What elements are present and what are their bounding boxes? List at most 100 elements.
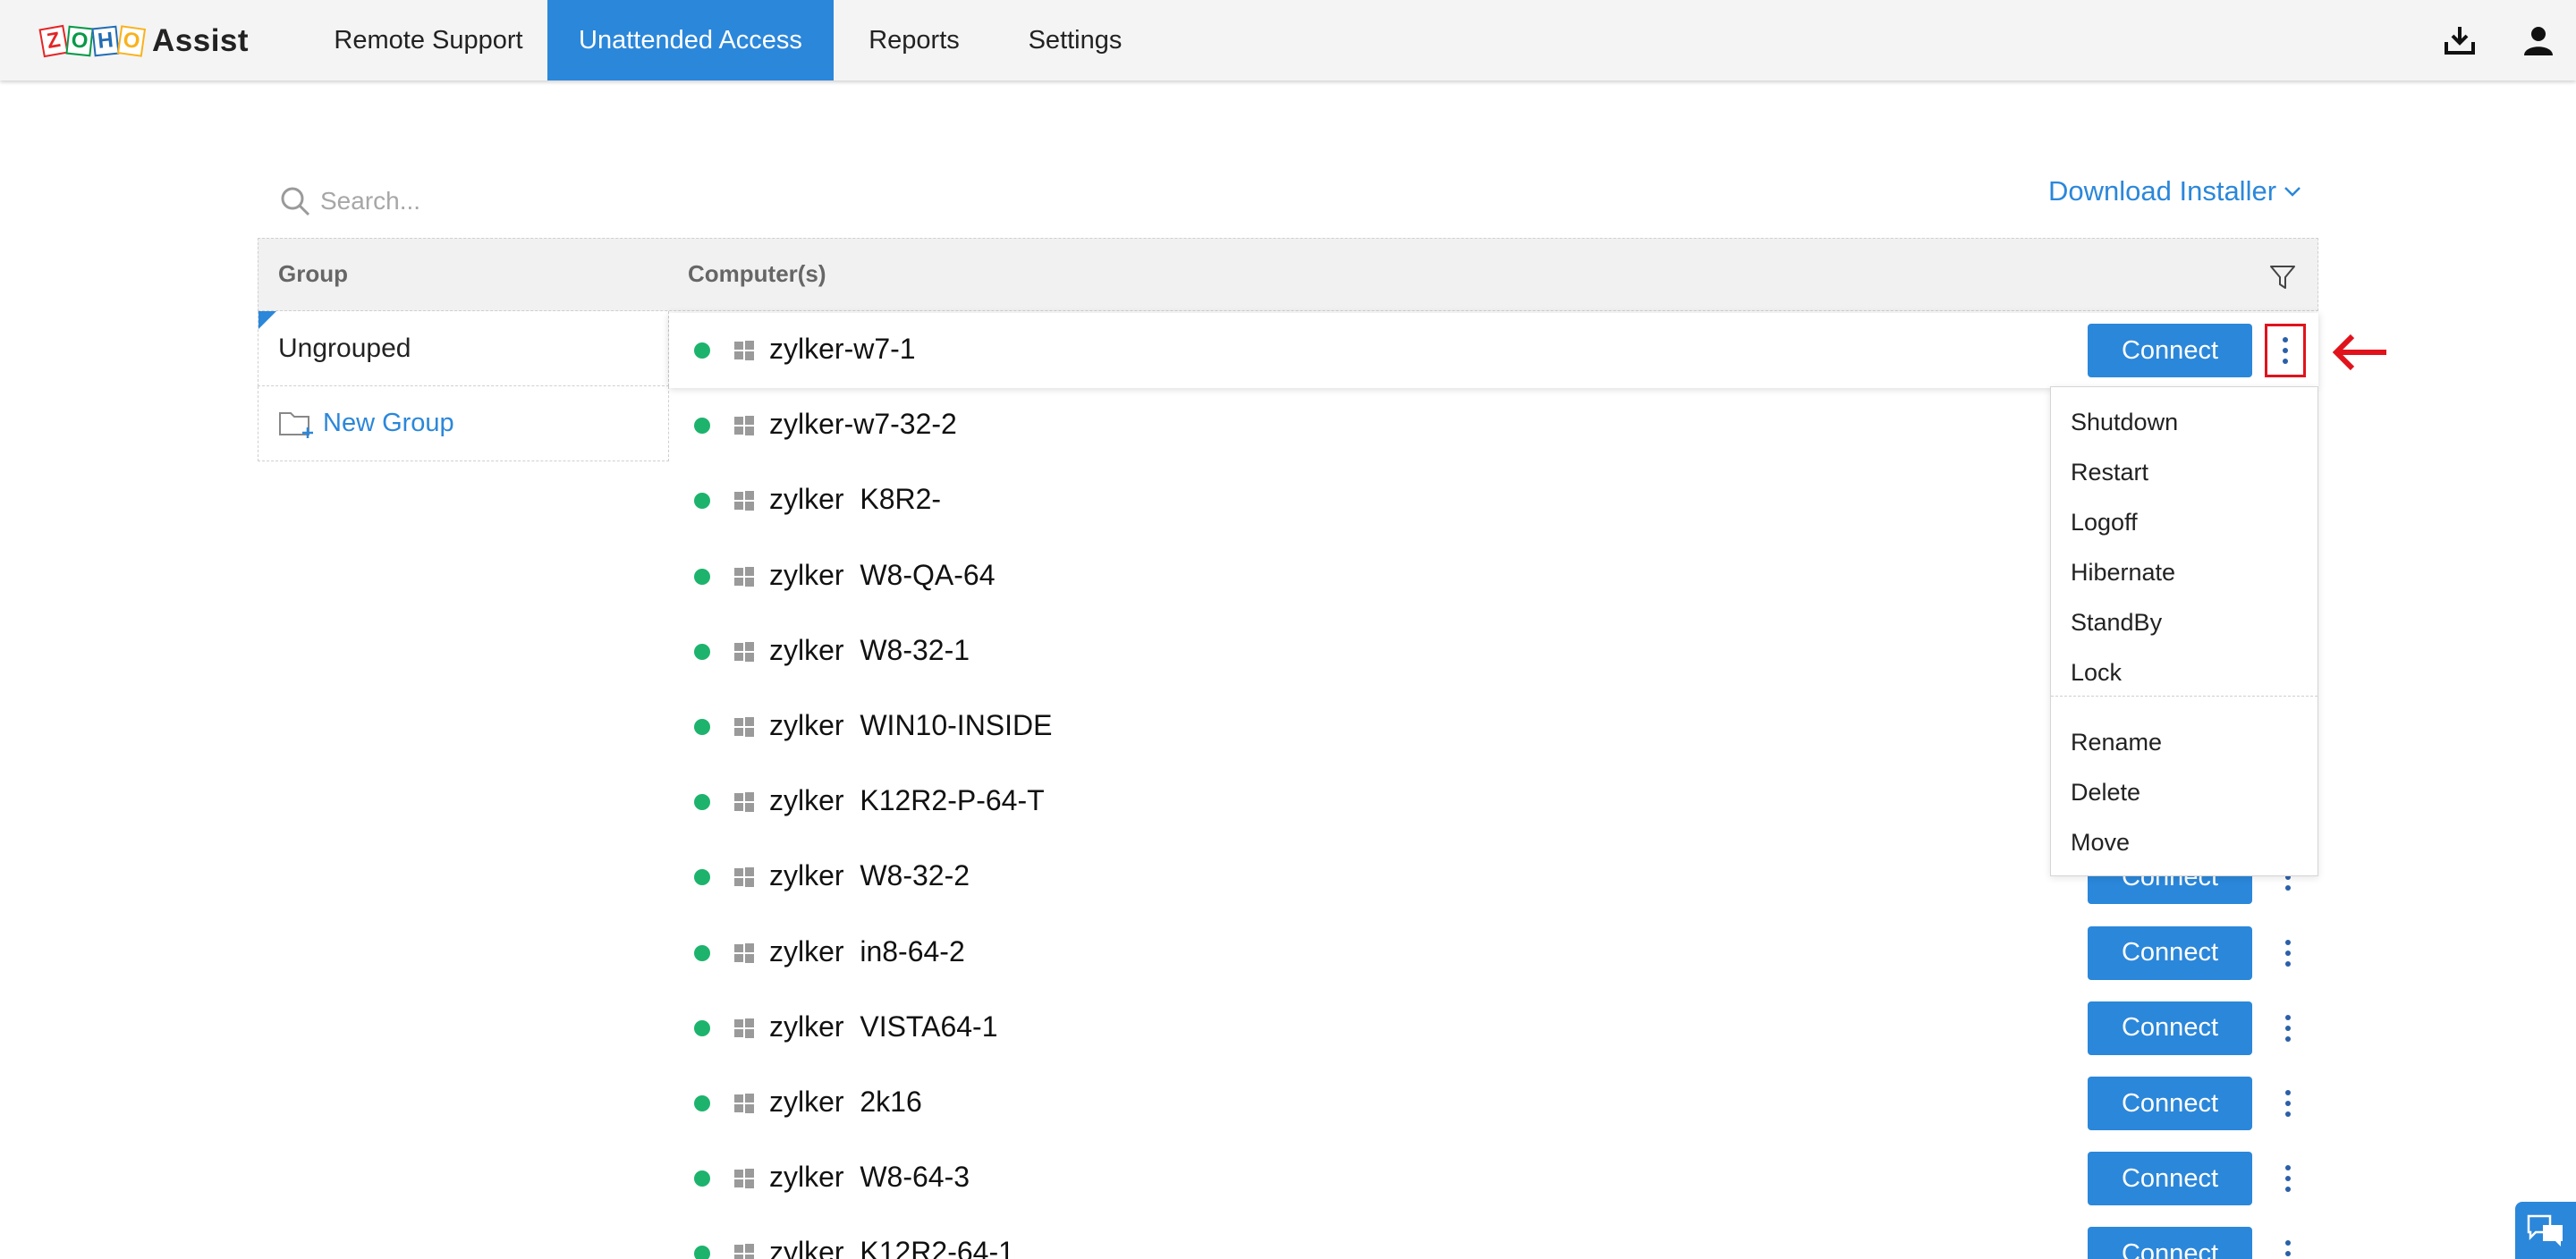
computer-name: zylker K12R2-P-64-T	[769, 784, 1045, 817]
online-status-dot	[694, 493, 710, 510]
windows-icon	[734, 341, 754, 360]
menu-item-logoff[interactable]: Logoff	[2071, 509, 2138, 537]
user-icon[interactable]	[2522, 24, 2555, 56]
group-list: Ungrouped New Group	[258, 311, 669, 461]
online-status-dot	[694, 1170, 710, 1187]
new-group-button[interactable]: New Group	[258, 386, 669, 461]
online-status-dot	[694, 568, 710, 585]
connect-button[interactable]: Connect	[2088, 925, 2252, 980]
computer-row[interactable]: zylker-w7-1 Connect	[669, 313, 2318, 388]
table-header: Group Computer(s)	[258, 238, 2318, 311]
main-nav: Remote Support Unattended Access Reports…	[309, 0, 1156, 80]
windows-icon	[734, 416, 754, 436]
computer-name: zylker W8-QA-64	[769, 558, 996, 591]
filter-icon[interactable]	[2269, 264, 2296, 291]
menu-item-delete[interactable]: Delete	[2071, 779, 2140, 807]
computer-name: zylker K8R2-	[769, 483, 942, 516]
more-options-icon[interactable]	[2265, 324, 2306, 377]
download-installer-dropdown[interactable]: Download Installer	[2048, 175, 2301, 207]
computer-actions-menu: Shutdown Restart Logoff Hibernate StandB…	[2050, 386, 2318, 876]
online-status-dot	[694, 944, 710, 961]
group-item-ungrouped[interactable]: Ungrouped	[258, 311, 669, 386]
windows-icon	[734, 792, 754, 813]
menu-item-move[interactable]: Move	[2071, 829, 2130, 857]
menu-item-shutdown[interactable]: Shutdown	[2071, 409, 2178, 436]
windows-icon	[734, 717, 754, 737]
more-options-icon[interactable]	[2270, 1078, 2306, 1128]
windows-icon	[734, 1018, 754, 1038]
group-column-header: Group	[278, 260, 348, 287]
windows-icon	[734, 867, 754, 888]
menu-item-restart[interactable]: Restart	[2071, 459, 2148, 486]
search-bar	[279, 179, 816, 224]
computer-row[interactable]: zylker K12R2-64-1 Connect	[669, 1216, 2318, 1259]
computer-name: zylker W8-32-2	[769, 859, 970, 892]
computer-name: zylker-w7-1	[769, 333, 916, 365]
red-arrow-annotation	[2332, 334, 2386, 371]
more-options-icon[interactable]	[2270, 928, 2306, 978]
computer-name: zylker W8-32-1	[769, 633, 970, 666]
group-label: Ungrouped	[278, 333, 411, 363]
computer-row[interactable]: zylker in8-64-2 Connect	[669, 916, 2318, 991]
computer-row[interactable]: zylker 2k16 Connect	[669, 1066, 2318, 1141]
zoho-assist-logo[interactable]: Z O H O Assist	[38, 20, 250, 63]
windows-icon	[734, 566, 754, 587]
online-status-dot	[694, 1019, 710, 1036]
connect-button[interactable]: Connect	[2088, 1152, 2252, 1206]
nav-settings[interactable]: Settings	[995, 0, 1156, 80]
computer-name: zylker VISTA64-1	[769, 1010, 998, 1043]
nav-remote-support[interactable]: Remote Support	[309, 0, 547, 80]
online-status-dot	[694, 342, 710, 359]
chevron-down-icon	[2284, 187, 2301, 197]
computer-name: zylker WIN10-INSIDE	[769, 709, 1053, 741]
computer-name: zylker W8-64-3	[769, 1161, 970, 1194]
windows-icon	[734, 641, 754, 662]
computers-column-header: Computer(s)	[688, 260, 826, 287]
zoho-logo-tiles: Z O H O	[38, 24, 147, 58]
windows-icon	[734, 1169, 754, 1189]
logo-letter: O	[65, 25, 94, 57]
new-group-label: New Group	[323, 409, 454, 437]
online-status-dot	[694, 719, 710, 735]
computer-name: zylker-w7-32-2	[769, 408, 957, 441]
logo-letter: Z	[38, 24, 69, 58]
connect-button[interactable]: Connect	[2088, 324, 2252, 377]
menu-item-rename[interactable]: Rename	[2071, 729, 2162, 756]
menu-item-lock[interactable]: Lock	[2071, 659, 2122, 687]
nav-unattended-access[interactable]: Unattended Access	[547, 0, 834, 80]
download-icon[interactable]	[2444, 24, 2476, 56]
search-input[interactable]	[320, 187, 785, 215]
windows-icon	[734, 1094, 754, 1113]
computer-row[interactable]: zylker VISTA64-1 Connect	[669, 991, 2318, 1066]
menu-divider	[2051, 696, 2318, 697]
more-options-icon[interactable]	[2270, 1153, 2306, 1204]
chat-widget-button[interactable]	[2515, 1202, 2576, 1259]
computer-name: zylker 2k16	[769, 1086, 922, 1118]
online-status-dot	[694, 1095, 710, 1111]
windows-icon	[734, 942, 754, 963]
product-name: Assist	[152, 23, 250, 58]
online-status-dot	[694, 794, 710, 811]
computer-name: zylker in8-64-2	[769, 934, 965, 967]
computer-row[interactable]: zylker W8-64-3 Connect	[669, 1141, 2318, 1216]
online-status-dot	[694, 1246, 710, 1259]
nav-reports[interactable]: Reports	[834, 0, 995, 80]
menu-item-hibernate[interactable]: Hibernate	[2071, 559, 2175, 587]
chat-icon	[2527, 1214, 2563, 1246]
windows-icon	[734, 491, 754, 511]
online-status-dot	[694, 643, 710, 660]
top-navigation-bar: Z O H O Assist Remote Support Unattended…	[0, 0, 2576, 80]
connect-button[interactable]: Connect	[2088, 1077, 2252, 1130]
more-options-icon[interactable]	[2270, 1003, 2306, 1053]
more-options-icon[interactable]	[2270, 1229, 2306, 1259]
connect-button[interactable]: Connect	[2088, 1227, 2252, 1259]
download-installer-label: Download Installer	[2048, 175, 2277, 207]
connect-button[interactable]: Connect	[2088, 1001, 2252, 1055]
computer-name: zylker K12R2-64-1	[769, 1236, 1014, 1259]
search-icon	[281, 187, 310, 216]
logo-letter: O	[116, 25, 147, 57]
logo-letter: H	[91, 25, 120, 57]
online-status-dot	[694, 418, 710, 435]
menu-item-standby[interactable]: StandBy	[2071, 609, 2162, 637]
windows-icon	[734, 1244, 754, 1259]
